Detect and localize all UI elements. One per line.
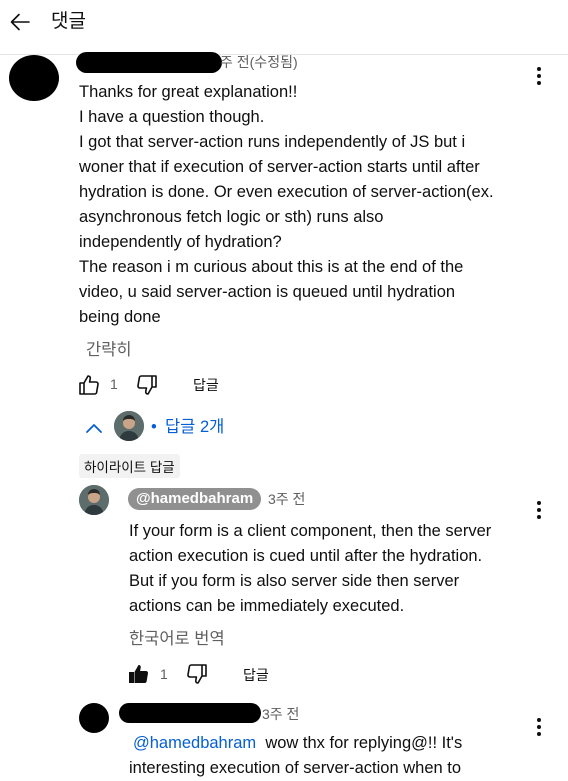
reply-body-line: interesting execution of server-action w… xyxy=(129,759,462,777)
author-redacted[interactable] xyxy=(76,52,222,73)
mention-link[interactable]: @hamedbahram xyxy=(133,734,256,752)
body-line: hydration is done. Or even execution of … xyxy=(79,183,494,201)
body-line: action execution is cued until after the… xyxy=(129,547,483,565)
body-line: Thanks for great explanation!! xyxy=(79,83,298,101)
replies-toggle[interactable]: 답글 2개 xyxy=(165,416,224,438)
creator-avatar xyxy=(114,411,144,441)
thumb-down-icon[interactable] xyxy=(135,373,159,397)
author-redacted[interactable] xyxy=(119,703,261,723)
body-line: The reason i m curious about this is at … xyxy=(79,258,464,276)
body-line: actions can be immediately executed. xyxy=(129,597,405,615)
like-count: 1 xyxy=(160,666,168,682)
reply-button[interactable]: 답글 xyxy=(193,375,219,395)
more-vert-icon[interactable] xyxy=(536,718,542,740)
body-line: I have a question though. xyxy=(79,108,265,126)
body-line: woner that if execution of server-action… xyxy=(79,158,480,176)
page-title: 댓글 xyxy=(51,11,86,32)
avatar[interactable] xyxy=(79,703,109,733)
body-line: video, u said server-action is queued un… xyxy=(79,283,456,301)
chevron-up-icon[interactable] xyxy=(84,420,104,436)
thumb-down-icon[interactable] xyxy=(185,662,209,686)
avatar[interactable] xyxy=(9,55,59,101)
body-line: asynchronous fetch logic or sth) runs al… xyxy=(79,208,384,226)
highlight-reply-tag: 하이라이트 답글 xyxy=(79,454,180,478)
reply-time: 3주 전 xyxy=(268,491,306,507)
replies-separator: • xyxy=(151,418,157,436)
collapse-link[interactable]: 간략히 xyxy=(86,336,132,360)
reply-body: If your form is a client component, then… xyxy=(129,519,549,619)
thumb-up-icon[interactable] xyxy=(77,373,101,397)
body-line: independently of hydration? xyxy=(79,233,282,251)
reply-body-line: @hamedbahram wow thx for replying@!! It'… xyxy=(133,731,462,756)
body-line: But if you form is also server side then… xyxy=(129,572,460,590)
reply-time: 3주 전 xyxy=(262,706,300,722)
avatar[interactable] xyxy=(79,485,109,515)
body-line: I got that server-action runs independen… xyxy=(79,133,466,151)
comment-body: Thanks for great explanation!! I have a q… xyxy=(79,80,549,330)
like-count: 1 xyxy=(110,376,118,392)
arrow-left-icon[interactable] xyxy=(8,10,32,34)
author-chip[interactable]: @hamedbahram xyxy=(128,488,262,510)
reply-button[interactable]: 답글 xyxy=(243,665,269,685)
reply-text: wow thx for replying@!! It's xyxy=(265,734,463,752)
body-line: If your form is a client component, then… xyxy=(129,522,492,540)
translate-link[interactable]: 한국어로 번역 xyxy=(129,625,225,649)
comment-time: 주 전(수정됨) xyxy=(220,54,298,70)
body-line: being done xyxy=(79,308,161,326)
thumb-up-icon[interactable] xyxy=(127,662,151,686)
